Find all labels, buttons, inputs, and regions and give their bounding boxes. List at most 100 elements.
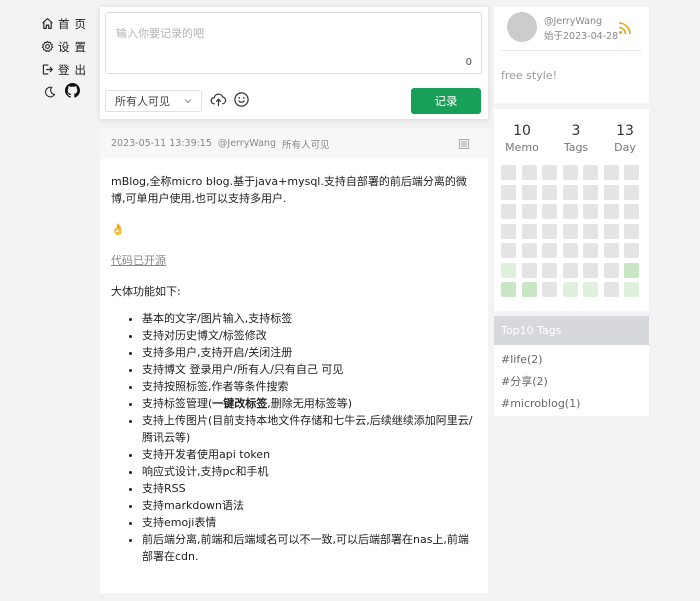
heatmap-cell[interactable] xyxy=(603,243,619,258)
stat-tags-value: 3 xyxy=(571,123,581,139)
list-item: 响应式设计,支持pc和手机 xyxy=(142,463,477,480)
memo-intro: mBlog,全称micro blog.基于java+mysql.支持自部署的前后… xyxy=(111,175,467,205)
heatmap-cell[interactable] xyxy=(624,262,639,278)
list-item: 支持上传图片(目前支持本地文件存储和七牛云,后续继续添加阿里云/腾讯云等) xyxy=(142,412,477,446)
heatmap-cell[interactable] xyxy=(501,243,516,258)
heatmap-cell[interactable] xyxy=(501,165,516,180)
heatmap-cell[interactable] xyxy=(542,282,557,297)
tag-item[interactable]: #microblog(1) xyxy=(494,392,649,414)
heatmap-cell[interactable] xyxy=(542,262,557,278)
heatmap-cell[interactable] xyxy=(583,184,598,200)
document-icon[interactable] xyxy=(459,139,469,152)
side-nav: 首页 设置 登出 xyxy=(40,12,95,102)
heatmap-cell[interactable] xyxy=(521,184,537,200)
heatmap-cell[interactable] xyxy=(562,165,578,180)
heatmap-cell[interactable] xyxy=(624,223,639,239)
heatmap-cell[interactable] xyxy=(501,262,516,278)
moon-icon[interactable] xyxy=(44,83,56,102)
heatmap-cell[interactable] xyxy=(521,223,537,239)
record-button[interactable]: 记录 xyxy=(411,88,481,114)
memo-time: 2023-05-11 13:39:15 xyxy=(111,138,212,149)
heatmap-cell[interactable] xyxy=(583,165,598,180)
memo-content: mBlog,全称micro blog.基于java+mysql.支持自部署的前后… xyxy=(100,159,488,565)
heatmap-cell[interactable] xyxy=(562,282,578,297)
heatmap-cell[interactable] xyxy=(583,262,598,278)
heatmap-cell[interactable] xyxy=(583,243,598,258)
upload-icon[interactable] xyxy=(210,91,227,112)
heatmap-cell[interactable] xyxy=(624,184,639,200)
tag-item[interactable]: #life(2) xyxy=(494,348,649,370)
tag-item[interactable]: #分享(2) xyxy=(494,370,649,392)
profile-motto: free style! xyxy=(501,69,557,82)
heatmap-cell[interactable] xyxy=(624,165,639,180)
heatmap-cell[interactable] xyxy=(521,204,537,219)
stat-memo-value: 10 xyxy=(513,123,531,139)
heatmap-cell[interactable] xyxy=(624,204,639,219)
nav-logout-label: 登出 xyxy=(58,62,91,77)
nav-home-label: 首页 xyxy=(58,16,91,31)
memo-author[interactable]: @JerryWang xyxy=(218,138,276,149)
home-icon xyxy=(40,17,54,31)
heatmap-cell[interactable] xyxy=(521,262,537,278)
nav-icon-row xyxy=(40,83,95,102)
source-link[interactable]: 代码已开源 xyxy=(111,254,166,267)
nav-settings-label: 设置 xyxy=(58,39,91,54)
heatmap-cell[interactable] xyxy=(562,204,578,219)
heatmap-cell[interactable] xyxy=(562,262,578,278)
heatmap-cell[interactable] xyxy=(521,282,537,297)
github-icon[interactable] xyxy=(65,83,80,102)
list-item: 支持对历史博文/标签修改 xyxy=(142,327,477,344)
nav-home[interactable]: 首页 xyxy=(40,12,95,35)
heatmap-cell[interactable] xyxy=(542,184,557,200)
heatmap-cell[interactable] xyxy=(603,204,619,219)
heatmap-cell[interactable] xyxy=(624,243,639,258)
stat-memo-label: Memo xyxy=(505,141,539,154)
char-count: 0 xyxy=(465,57,472,68)
memo-editor: 输入你要记录的吧 0 所有人可见 记录 xyxy=(100,7,488,119)
heatmap-cell[interactable] xyxy=(603,223,619,239)
heatmap-cell[interactable] xyxy=(501,282,516,297)
memo-placeholder: 输入你要记录的吧 xyxy=(116,27,204,40)
list-item: 前后端分离,前端和后端域名可以不一致,可以后端部署在nas上,前端部署在cdn. xyxy=(142,531,477,565)
heatmap-cell[interactable] xyxy=(501,184,516,200)
heatmap-cell[interactable] xyxy=(542,204,557,219)
list-item: 支持多用户,支持开启/关闭注册 xyxy=(142,344,477,361)
heatmap-cell[interactable] xyxy=(501,223,516,239)
heatmap-cell[interactable] xyxy=(542,165,557,180)
list-item: 支持RSS xyxy=(142,480,477,497)
nav-logout[interactable]: 登出 xyxy=(40,58,95,81)
heatmap-cell[interactable] xyxy=(603,262,619,278)
heatmap-cell[interactable] xyxy=(603,165,619,180)
list-item: 支持markdown语法 xyxy=(142,497,477,514)
feature-list: 基本的文字/图片输入,支持标签 支持对历史博文/标签修改 支持多用户,支持开启/… xyxy=(142,310,477,565)
profile-username[interactable]: @JerryWang xyxy=(544,16,602,27)
heatmap-cell[interactable] xyxy=(501,204,516,219)
nav-settings[interactable]: 设置 xyxy=(40,35,95,58)
stat-tags: 3 Tags xyxy=(556,123,596,154)
avatar[interactable] xyxy=(507,12,537,42)
heatmap-cell[interactable] xyxy=(542,243,557,258)
top-tags-card: Top10 Tags #life(2) #分享(2) #microblog(1) xyxy=(494,316,649,416)
memo-visibility: 所有人可见 xyxy=(281,139,330,151)
visibility-select[interactable]: 所有人可见 xyxy=(105,90,202,112)
list-item: 支持emoji表情 xyxy=(142,514,477,531)
heatmap-cell[interactable] xyxy=(562,243,578,258)
tag-list: #life(2) #分享(2) #microblog(1) xyxy=(494,345,649,414)
heatmap-cell[interactable] xyxy=(624,282,639,297)
heatmap-cell[interactable] xyxy=(542,223,557,239)
stat-tags-label: Tags xyxy=(563,141,589,154)
heatmap-cell[interactable] xyxy=(603,184,619,200)
heatmap-cell[interactable] xyxy=(603,282,619,297)
heatmap-cell[interactable] xyxy=(521,243,537,258)
emoji-icon[interactable] xyxy=(233,91,250,112)
heatmap-cell[interactable] xyxy=(583,204,598,219)
memo-textarea[interactable]: 输入你要记录的吧 0 xyxy=(105,12,482,74)
heatmap-cell[interactable] xyxy=(562,184,578,200)
heatmap-cell[interactable] xyxy=(583,282,598,297)
heatmap-cell[interactable] xyxy=(583,223,598,239)
rss-icon[interactable] xyxy=(618,20,632,39)
top-tags-title: Top10 Tags xyxy=(494,316,649,345)
heatmap-cell[interactable] xyxy=(562,223,578,239)
visibility-select-value: 所有人可见 xyxy=(115,95,170,108)
heatmap-cell[interactable] xyxy=(521,165,537,180)
